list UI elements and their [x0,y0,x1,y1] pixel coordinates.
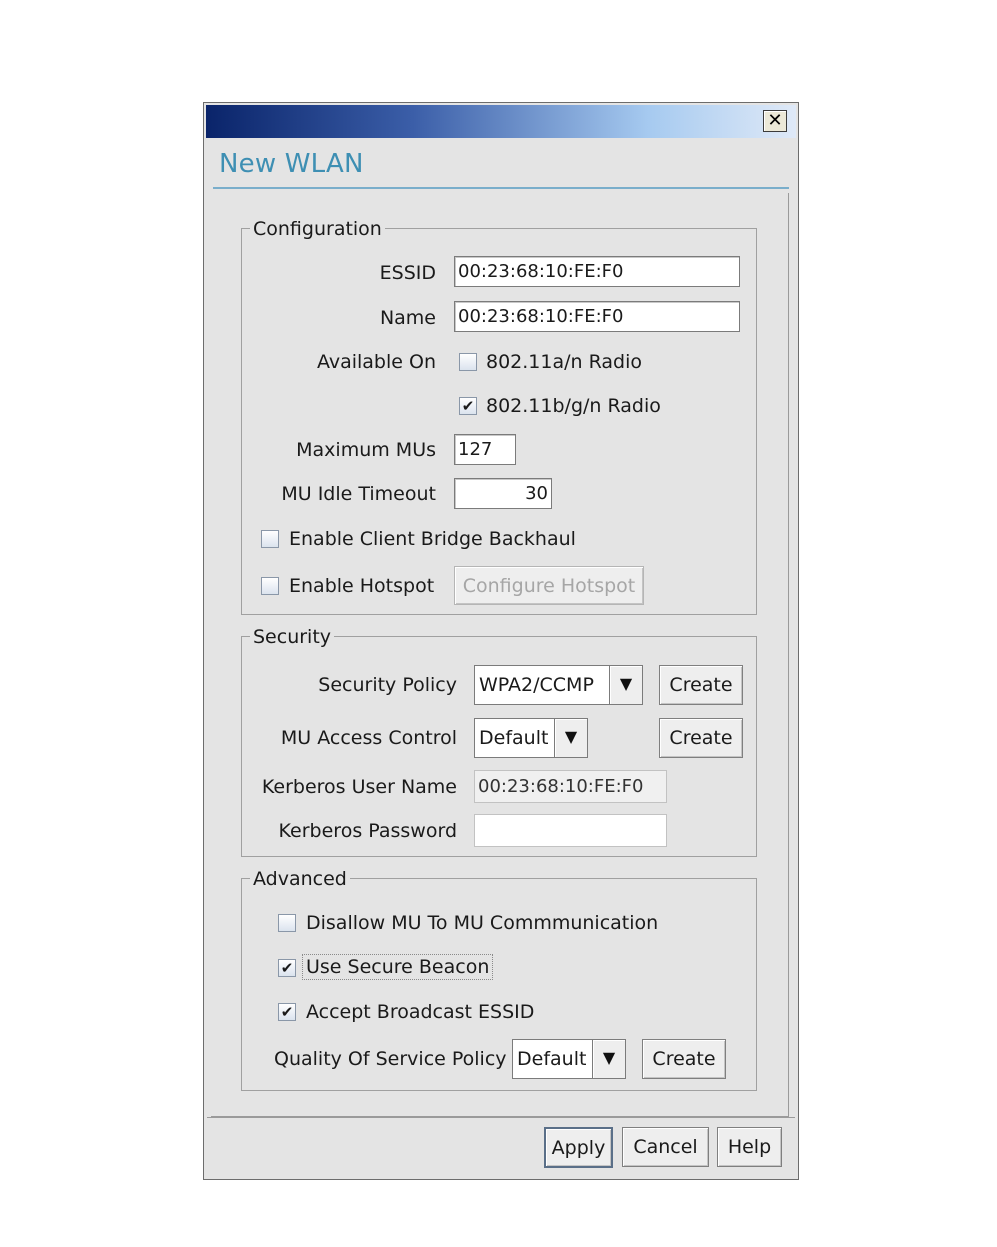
security-policy-select[interactable]: WPA2/CCMP ▼ [474,665,643,705]
security-policy-create-button[interactable]: Create [659,665,743,705]
radio-a-label: 802.11a/n Radio [486,351,642,373]
chevron-down-icon: ▼ [592,1040,625,1078]
qos-label: Quality Of Service Policy [274,1048,507,1070]
title-divider [213,187,789,189]
security-legend: Security [250,626,335,648]
configuration-legend: Configuration [250,218,385,240]
checkmark-icon: ✔ [280,1003,294,1021]
radio-bg-label: 802.11b/g/n Radio [486,395,661,417]
mu-access-label: MU Access Control [280,727,457,749]
mu-access-select[interactable]: Default ▼ [474,718,588,758]
help-button[interactable]: Help [717,1127,782,1167]
broadcast-essid-label: Accept Broadcast ESSID [306,1001,535,1023]
chevron-down-icon: ▼ [554,719,587,757]
max-mus-field[interactable] [454,434,516,465]
mu-access-create-button[interactable]: Create [659,718,743,758]
disallow-mu-checkbox[interactable] [278,914,296,932]
qos-create-button[interactable]: Create [642,1039,726,1079]
security-policy-label: Security Policy [318,674,457,696]
radio-a-checkbox[interactable] [459,353,477,371]
close-button[interactable]: ✕ [763,110,787,132]
checkmark-icon: ✔ [280,959,294,977]
security-policy-value: WPA2/CCMP [479,674,594,696]
disallow-mu-label: Disallow MU To MU Commmunication [306,912,659,934]
max-mus-label: Maximum MUs [296,439,436,461]
kerberos-user-label: Kerberos User Name [261,776,457,798]
broadcast-essid-checkbox[interactable]: ✔ [278,1003,296,1021]
essid-label: ESSID [379,262,436,284]
kerberos-password-label: Kerberos Password [278,820,457,842]
idle-timeout-label: MU Idle Timeout [281,483,436,505]
client-bridge-checkbox[interactable] [261,530,279,548]
radio-bg-checkbox[interactable]: ✔ [459,397,477,415]
kerberos-user-field[interactable] [474,770,667,803]
window-titlebar[interactable] [206,105,796,138]
chevron-down-icon: ▼ [609,666,642,704]
cancel-button[interactable]: Cancel [622,1127,709,1167]
apply-button[interactable]: Apply [544,1127,613,1168]
secure-beacon-checkbox[interactable]: ✔ [278,959,296,977]
kerberos-password-field[interactable] [474,814,667,847]
checkmark-icon: ✔ [461,397,475,415]
hotspot-checkbox[interactable] [261,577,279,595]
mu-access-value: Default [479,727,549,749]
essid-field[interactable] [454,256,740,287]
name-field[interactable] [454,301,740,332]
advanced-legend: Advanced [250,868,350,890]
qos-value: Default [517,1048,587,1070]
close-icon: ✕ [767,110,783,131]
footer-divider [207,1117,795,1118]
configure-hotspot-button[interactable]: Configure Hotspot [454,566,644,605]
client-bridge-label: Enable Client Bridge Backhaul [289,528,576,550]
dialog-title: New WLAN [219,149,364,179]
qos-select[interactable]: Default ▼ [512,1039,626,1079]
available-on-label: Available On [316,351,436,373]
hotspot-label: Enable Hotspot [289,575,435,597]
name-label: Name [379,307,436,329]
idle-timeout-field[interactable] [454,478,552,509]
secure-beacon-label: Use Secure Beacon [302,954,494,980]
